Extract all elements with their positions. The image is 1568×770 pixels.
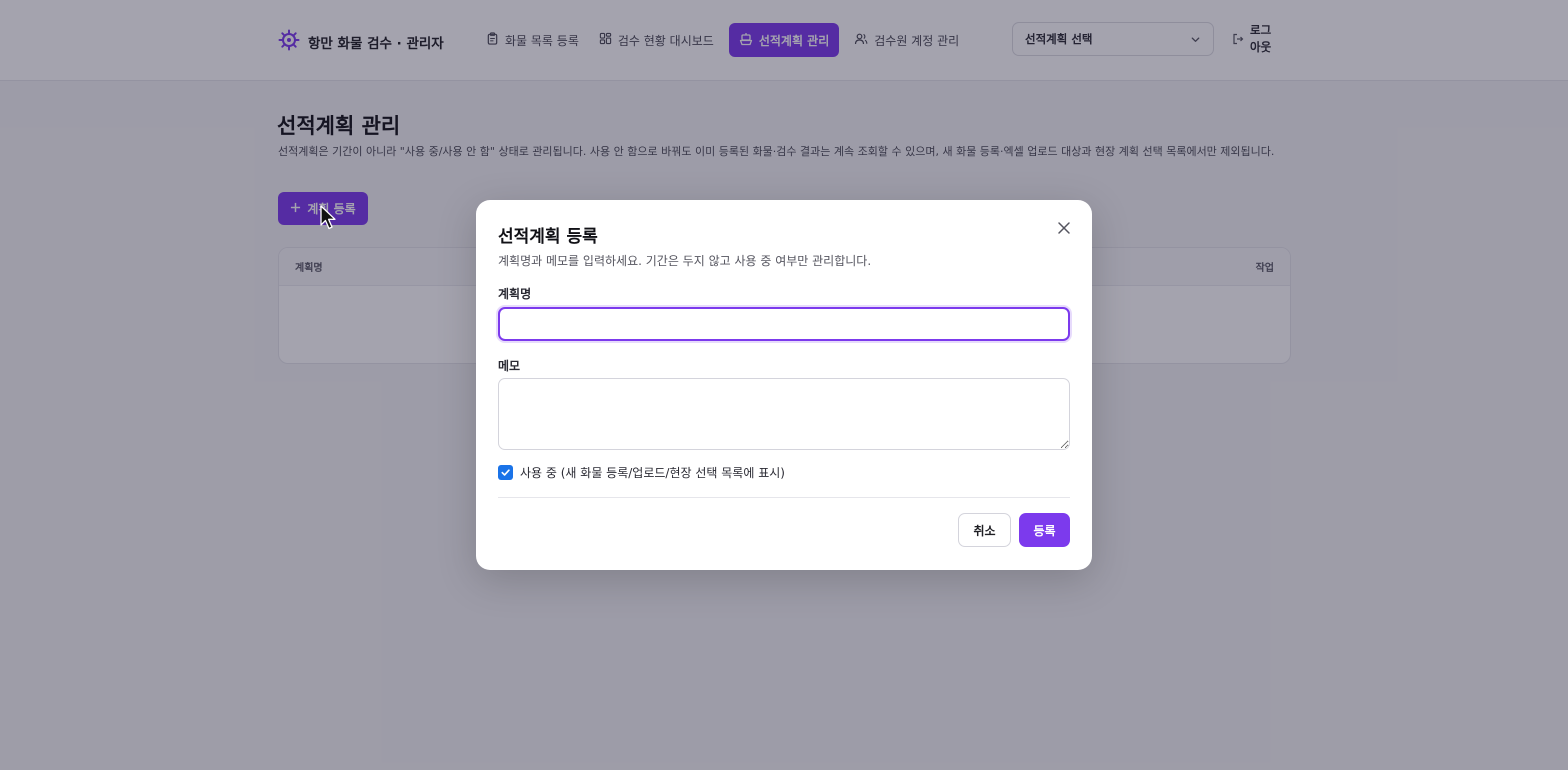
mouse-cursor-icon [320, 205, 338, 235]
register-plan-modal: 선적계획 등록 계획명과 메모를 입력하세요. 기간은 두지 않고 사용 중 여… [476, 200, 1092, 570]
plan-name-label: 계획명 [498, 287, 532, 301]
cancel-button[interactable]: 취소 [958, 513, 1011, 547]
active-checkbox-label: 사용 중 (새 화물 등록/업로드/현장 선택 목록에 표시) [520, 466, 785, 480]
modal-description: 계획명과 메모를 입력하세요. 기간은 두지 않고 사용 중 여부만 관리합니다… [498, 254, 872, 268]
modal-title: 선적계획 등록 [498, 227, 598, 247]
submit-button[interactable]: 등록 [1019, 513, 1070, 547]
plan-name-input[interactable] [498, 307, 1070, 341]
active-checkbox[interactable] [498, 465, 513, 480]
modal-divider [498, 497, 1070, 498]
active-toggle-row[interactable]: 사용 중 (새 화물 등록/업로드/현장 선택 목록에 표시) [498, 464, 785, 481]
memo-textarea[interactable] [498, 378, 1070, 450]
memo-label: 메모 [498, 359, 521, 373]
close-icon[interactable] [1054, 218, 1074, 238]
